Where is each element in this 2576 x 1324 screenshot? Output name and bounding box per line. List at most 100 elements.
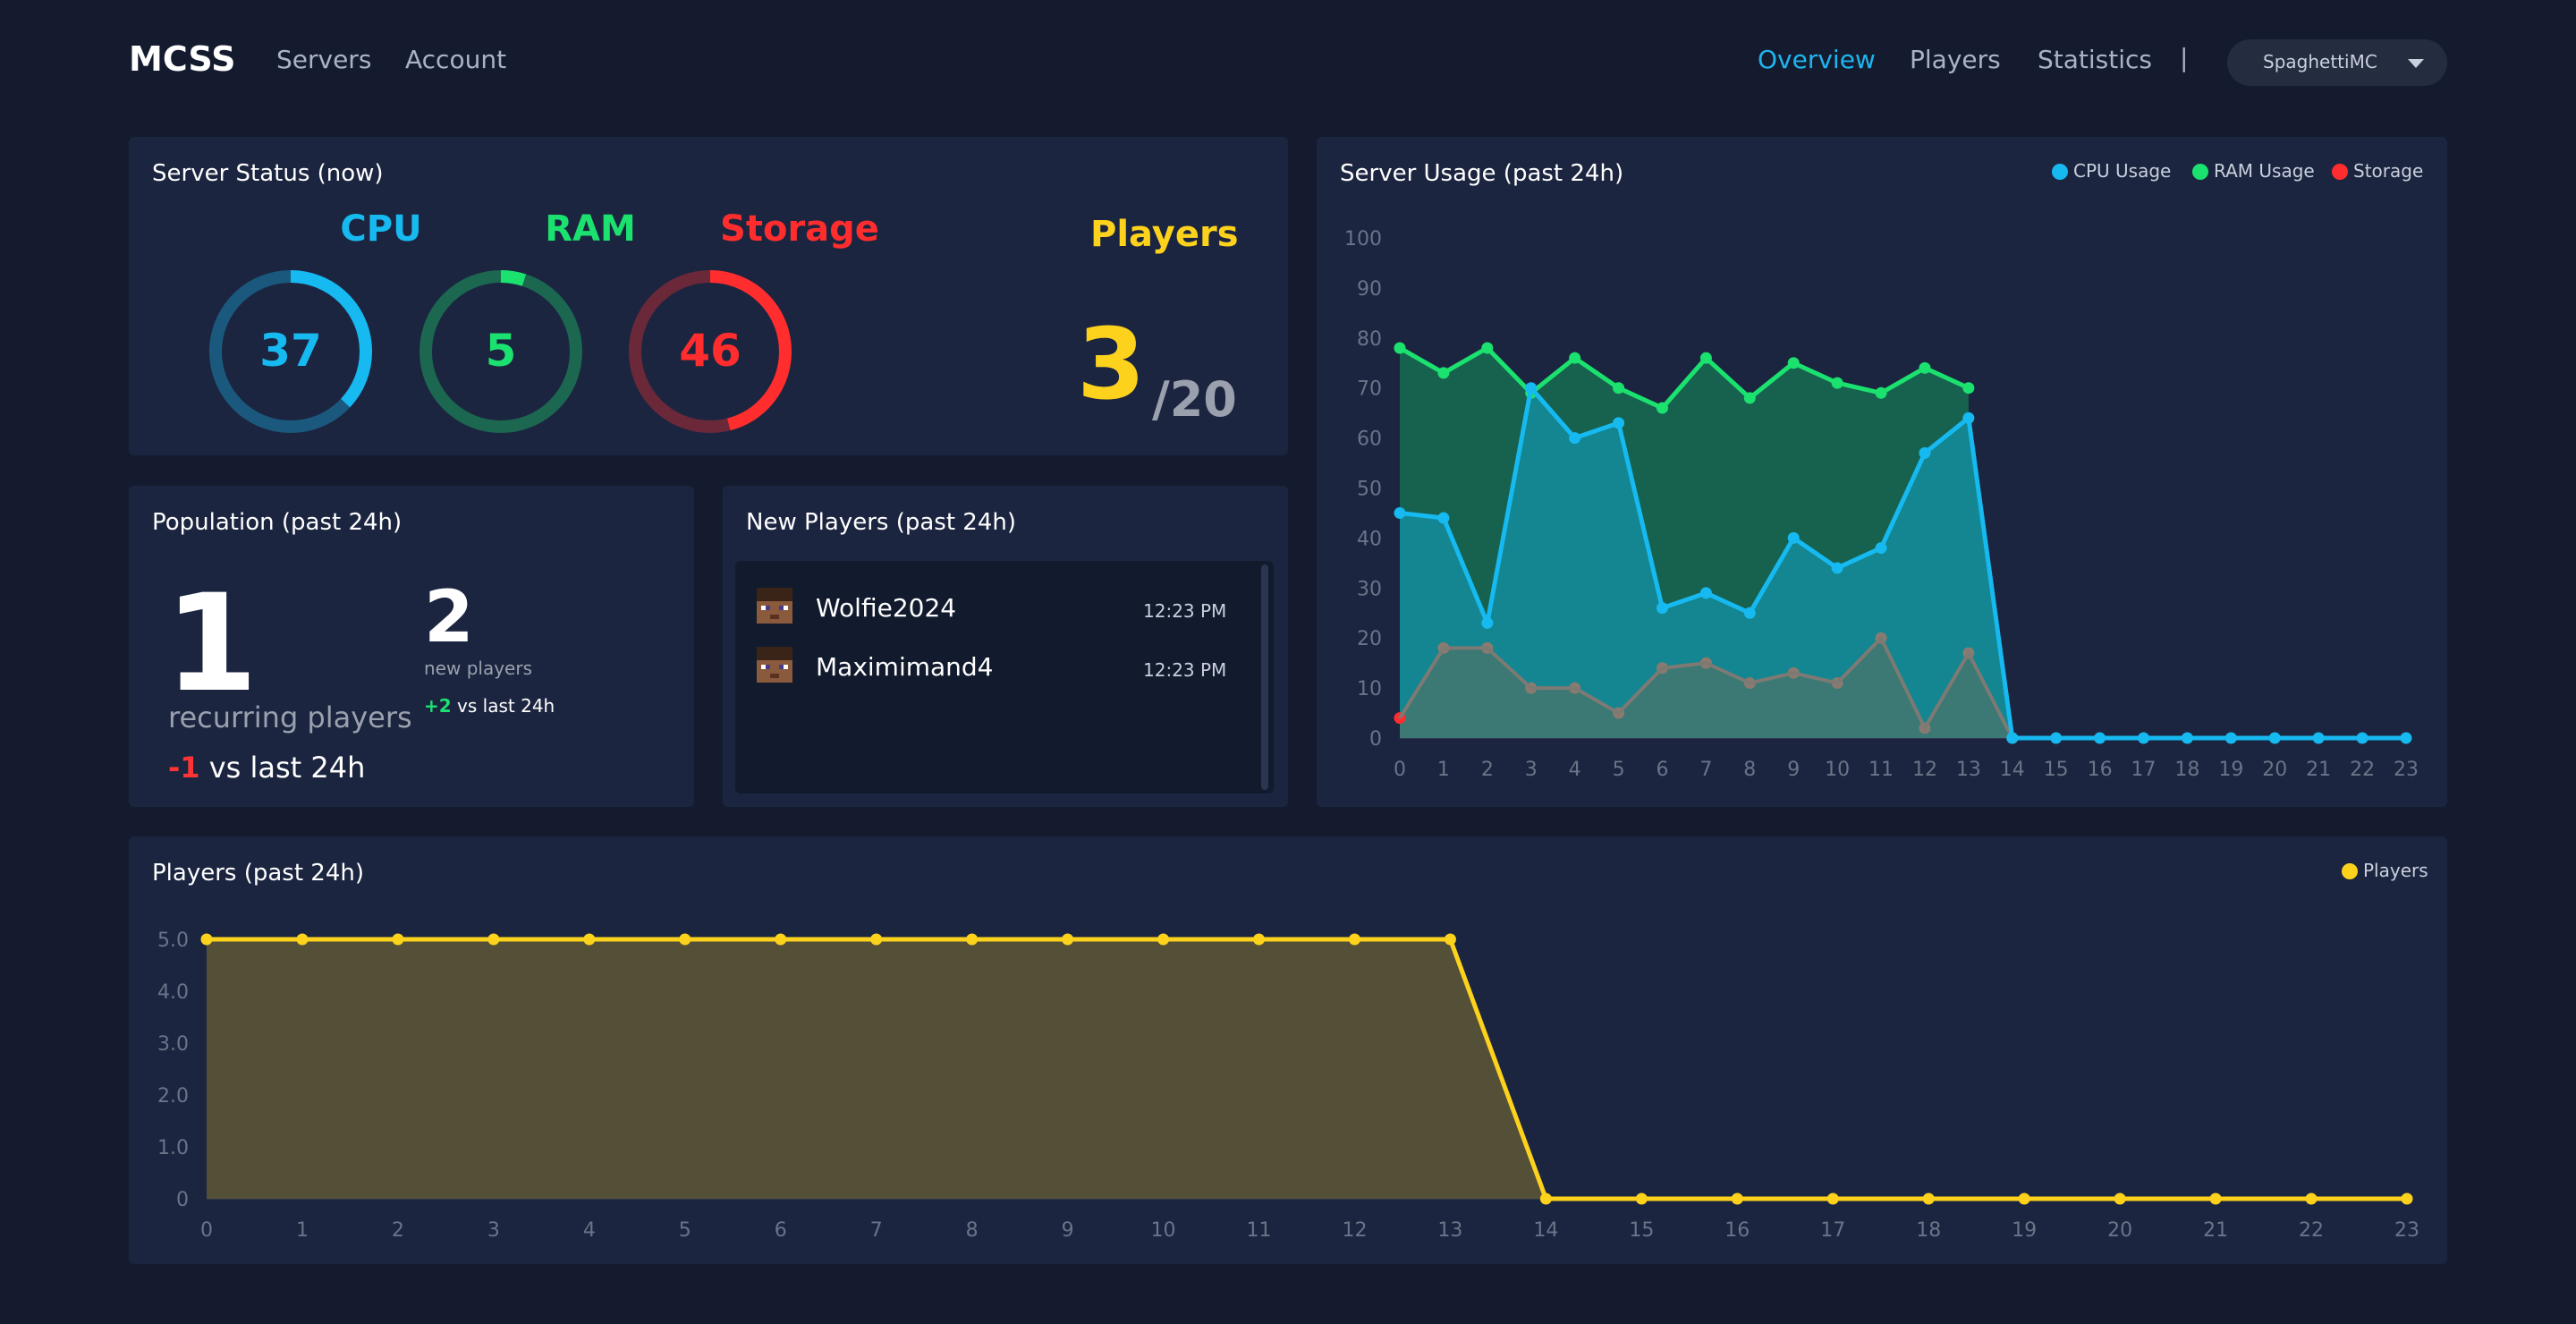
x-tick-label: 23 — [2394, 759, 2419, 781]
data-point-ram-usage — [1962, 382, 1975, 395]
data-point-players — [1922, 1192, 1935, 1205]
x-tick-label: 20 — [2262, 759, 2287, 781]
x-tick-label: 1 — [1437, 759, 1450, 781]
tab-statistics[interactable]: Statistics — [2038, 45, 2152, 74]
recurring-count: 1 — [165, 566, 258, 722]
x-tick-label: 8 — [1743, 759, 1756, 781]
nav-link-servers[interactable]: Servers — [276, 45, 371, 74]
list-item[interactable]: Maximimand4 12:23 PM — [757, 645, 1240, 688]
data-point-ram-usage — [1569, 352, 1581, 364]
data-point-players — [1157, 933, 1170, 946]
chevron-down-icon — [2408, 59, 2424, 68]
x-tick-label: 4 — [583, 1219, 596, 1242]
y-tick-label: 0 — [176, 1189, 189, 1211]
tab-overview[interactable]: Overview — [1758, 45, 1876, 74]
players-max: /20 — [1152, 371, 1237, 428]
data-point-cpu-usage — [1394, 506, 1406, 519]
server-usage-chart: 01020304050607080901000 1 2 3 4 5 6 7 8 9 10 11 12 13… — [1344, 228, 2419, 781]
players-label: Players — [1090, 214, 1239, 255]
player-time: 12:23 PM — [1143, 600, 1227, 622]
new-label: new players — [424, 658, 532, 679]
data-point-players — [2305, 1192, 2318, 1205]
y-tick-label: 70 — [1357, 378, 1382, 401]
x-tick-label: 0 — [1394, 759, 1406, 781]
top-nav: MCSS Servers Account Overview Players St… — [0, 0, 2576, 125]
new-players-list[interactable]: Wolfie2024 12:23 PM Maximimand4 12:23 PM — [735, 561, 1274, 794]
tab-players[interactable]: Players — [1910, 45, 2001, 74]
data-point-cpu-usage — [1919, 446, 1931, 459]
data-point-ram-usage — [1437, 367, 1450, 379]
x-tick-label: 9 — [1787, 759, 1800, 781]
y-tick-label: 30 — [1357, 578, 1382, 600]
data-point-cpu-usage — [1569, 432, 1581, 445]
player-name: Wolfie2024 — [816, 593, 957, 623]
data-point-players — [583, 933, 596, 946]
player-avatar-icon — [757, 588, 792, 624]
x-tick-label: 2 — [1481, 759, 1494, 781]
data-point-players — [296, 933, 309, 946]
storage-label: Storage — [720, 208, 879, 250]
data-point-cpu-usage — [1699, 587, 1712, 599]
list-scrollbar[interactable] — [1261, 564, 1268, 790]
x-tick-label: 18 — [2174, 759, 2199, 781]
y-tick-label: 10 — [1357, 678, 1382, 700]
x-tick-label: 13 — [1956, 759, 1981, 781]
data-point-players — [1348, 933, 1360, 946]
y-tick-label: 4.0 — [157, 981, 189, 1004]
recurring-label: recurring players — [168, 700, 412, 734]
data-point-ram-usage — [1831, 377, 1843, 389]
server-status-panel: Server Status (now) CPU 37 RAM 5 Storage… — [129, 137, 1288, 455]
ram-value: 5 — [485, 325, 517, 377]
player-name: Maximimand4 — [816, 652, 994, 682]
data-point-players — [1635, 1192, 1648, 1205]
x-tick-label: 5 — [679, 1219, 691, 1242]
x-tick-label: 20 — [2107, 1219, 2132, 1242]
data-point-cpu-usage — [1743, 607, 1756, 619]
data-point-ram-usage — [1699, 352, 1712, 364]
server-usage-panel: Server Usage (past 24h) CPU Usage RAM Us… — [1317, 137, 2447, 807]
y-tick-label: 20 — [1357, 628, 1382, 650]
data-point-cpu-usage — [2356, 732, 2368, 744]
data-point-cpu-usage — [1481, 616, 1494, 629]
brand-logo[interactable]: MCSS — [129, 39, 235, 79]
data-point-cpu-usage — [2400, 732, 2412, 744]
data-point-ram-usage — [1919, 361, 1931, 374]
data-point-ram-usage — [1394, 342, 1406, 354]
data-point-cpu-usage — [2181, 732, 2193, 744]
x-tick-label: 12 — [1912, 759, 1937, 781]
data-point-players — [2401, 1192, 2413, 1205]
y-tick-label: 2.0 — [157, 1085, 189, 1108]
x-tick-label: 6 — [775, 1219, 787, 1242]
x-tick-label: 14 — [1533, 1219, 1558, 1242]
nav-link-account[interactable]: Account — [405, 45, 506, 74]
list-item[interactable]: Wolfie2024 12:23 PM — [757, 586, 1240, 629]
new-diff-value: +2 — [424, 695, 452, 717]
storage-value: 46 — [679, 325, 741, 377]
y-tick-label: 50 — [1357, 479, 1382, 501]
x-tick-label: 17 — [1820, 1219, 1845, 1242]
y-tick-label: 60 — [1357, 429, 1382, 451]
x-tick-label: 7 — [870, 1219, 883, 1242]
x-tick-label: 7 — [1699, 759, 1712, 781]
x-tick-label: 16 — [1724, 1219, 1750, 1242]
player-avatar-icon — [757, 647, 792, 683]
x-tick-label: 6 — [1656, 759, 1668, 781]
x-tick-label: 22 — [2299, 1219, 2324, 1242]
data-point-cpu-usage — [2138, 732, 2150, 744]
x-tick-label: 21 — [2306, 759, 2331, 781]
new-players-panel: New Players (past 24h) Wolfie2024 12:23 … — [723, 486, 1288, 807]
user-dropdown[interactable]: SpaghettiMC — [2227, 39, 2447, 86]
y-tick-label: 1.0 — [157, 1137, 189, 1159]
data-point-cpu-usage — [2050, 732, 2063, 744]
data-point-players — [200, 933, 213, 946]
x-tick-label: 13 — [1437, 1219, 1462, 1242]
x-tick-label: 23 — [2394, 1219, 2419, 1242]
new-diff: +2 vs last 24h — [424, 695, 555, 717]
data-point-players — [1062, 933, 1074, 946]
player-time: 12:23 PM — [1143, 659, 1227, 681]
x-tick-label: 16 — [2088, 759, 2113, 781]
x-tick-label: 10 — [1151, 1219, 1176, 1242]
x-tick-label: 11 — [1868, 759, 1894, 781]
data-point-players — [1539, 1192, 1552, 1205]
data-point-players — [487, 933, 500, 946]
